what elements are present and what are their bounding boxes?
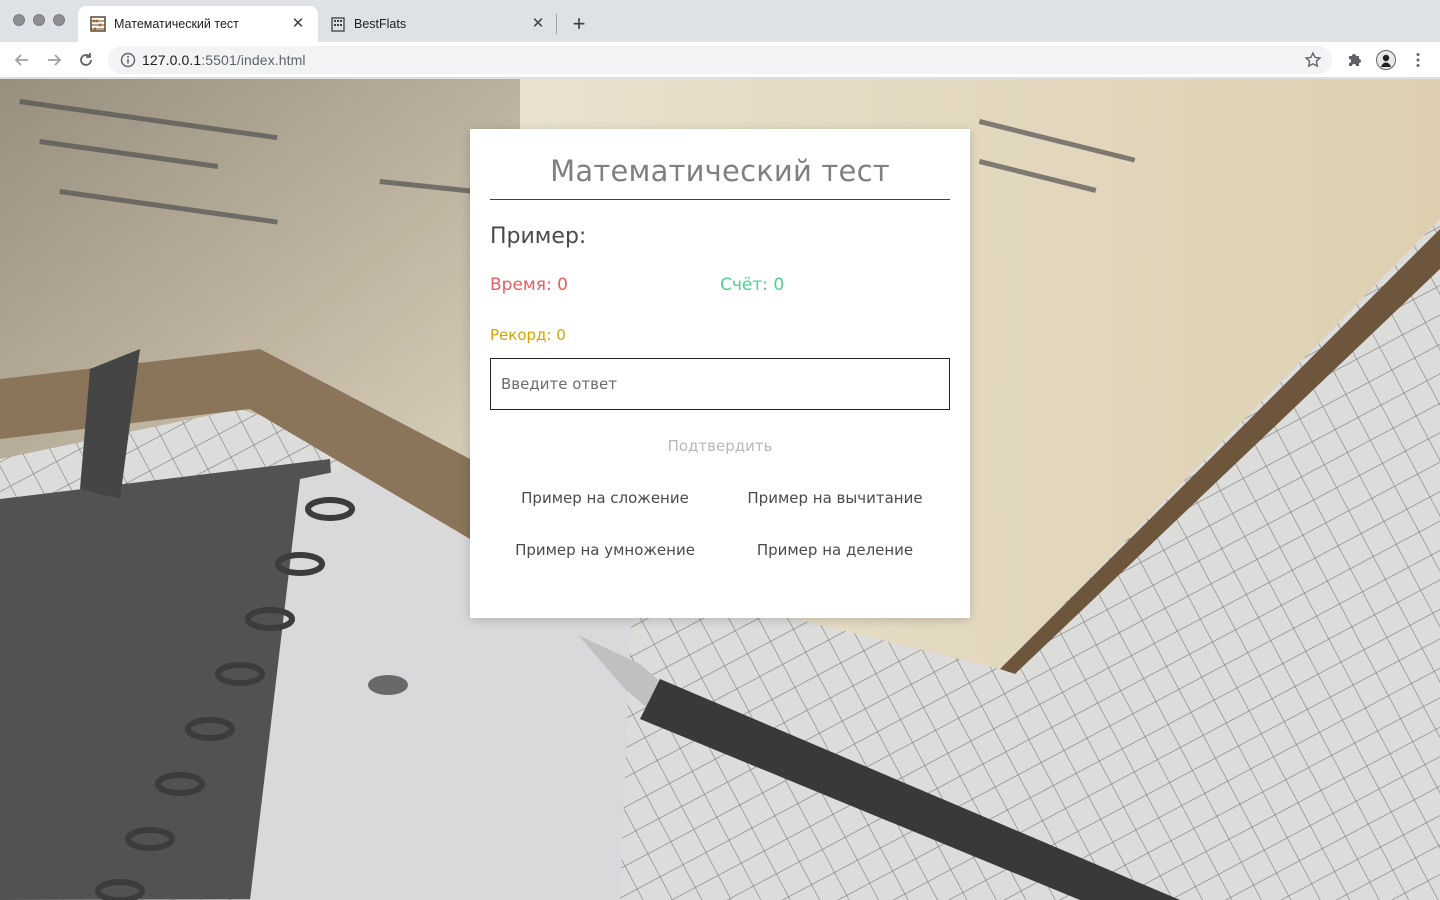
addition-button[interactable]: Пример на сложение [490, 488, 720, 508]
forward-button[interactable] [44, 50, 64, 70]
url-path: :5501/index.html [201, 52, 306, 68]
building-icon [330, 16, 346, 32]
new-tab-button[interactable]: + [568, 13, 590, 36]
zoom-window-button[interactable] [53, 14, 65, 26]
confirm-button[interactable]: Подтвердить [668, 436, 773, 456]
url-host: 127.0.0.1 [142, 52, 202, 68]
tab-separator [556, 14, 557, 34]
tab-math-test[interactable]: Математический тест ✕ [78, 6, 318, 42]
example-label: Пример: [490, 224, 587, 249]
score-label: Счёт: 0 [720, 275, 785, 295]
browser-toolbar: 127.0.0.1:5501/index.html [0, 42, 1440, 78]
back-button[interactable] [12, 50, 32, 70]
extensions-puzzle-icon[interactable] [1344, 50, 1364, 70]
record-label: Рекорд: 0 [490, 326, 566, 344]
profile-avatar[interactable] [1376, 50, 1396, 70]
division-button[interactable]: Пример на деление [720, 540, 950, 560]
arrow-left-icon [14, 54, 28, 66]
subtraction-button[interactable]: Пример на вычитание [720, 488, 950, 508]
answer-input[interactable] [490, 358, 950, 410]
multiplication-button[interactable]: Пример на умножение [490, 540, 720, 560]
bookmark-star-icon[interactable] [1304, 51, 1322, 69]
stats-row: Время: 0 Счёт: 0 [490, 272, 950, 298]
reload-icon [80, 53, 92, 66]
close-tab-icon[interactable]: ✕ [530, 16, 546, 32]
url-text: 127.0.0.1:5501/index.html [142, 52, 306, 68]
tab-strip: Математический тест ✕ BestFlats ✕ + [0, 0, 1440, 42]
close-window-button[interactable] [13, 14, 25, 26]
tab-bestflats[interactable]: BestFlats ✕ [318, 6, 558, 42]
operations-grid: Пример на сложение Пример на вычитание П… [490, 488, 950, 560]
arrow-right-icon [48, 54, 62, 66]
page-title: Математический тест [490, 149, 950, 200]
minimize-window-button[interactable] [33, 14, 45, 26]
reload-button[interactable] [76, 50, 96, 70]
browser-menu-icon[interactable] [1408, 50, 1428, 70]
time-label: Время: 0 [490, 275, 568, 295]
quiz-card: Математический тест Пример: Время: 0 Счё… [470, 129, 970, 618]
tab-title: Математический тест [114, 17, 239, 31]
address-bar[interactable]: 127.0.0.1:5501/index.html [108, 46, 1332, 74]
info-icon[interactable] [120, 52, 136, 68]
close-tab-icon[interactable]: ✕ [290, 16, 306, 32]
page-viewport: Математический тест Пример: Время: 0 Счё… [0, 79, 1440, 900]
abacus-icon [90, 16, 106, 32]
tab-title: BestFlats [354, 17, 407, 31]
